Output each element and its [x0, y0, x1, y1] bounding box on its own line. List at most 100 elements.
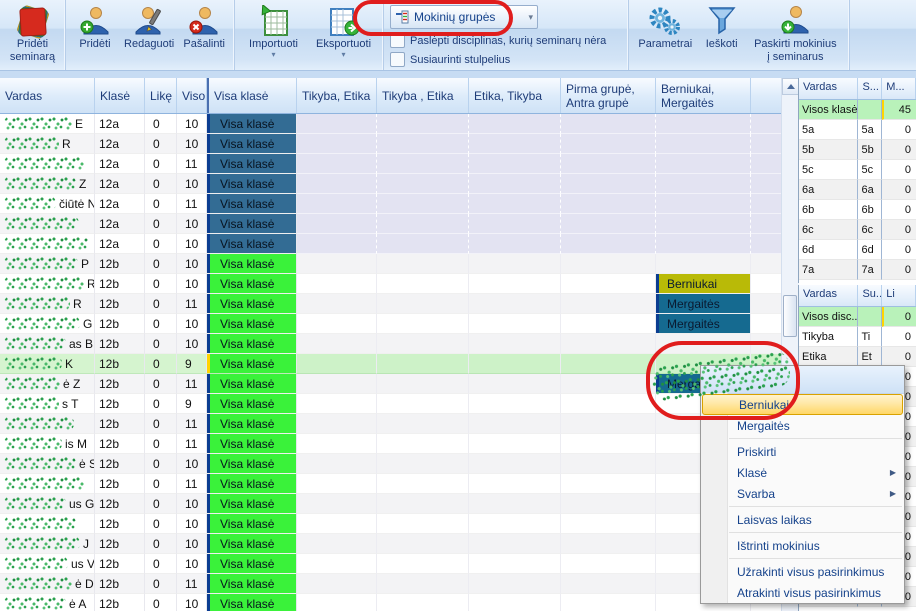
whole-class-badge[interactable]: Visa klasė — [207, 394, 296, 414]
whole-class-cell[interactable]: Visa klasė — [207, 234, 297, 254]
hide-disciplines-checkbox[interactable] — [390, 33, 405, 48]
context-menu-item[interactable] — [729, 532, 902, 533]
scrollbar-thumb[interactable] — [783, 295, 797, 337]
whole-class-cell[interactable]: Visa klasė — [207, 574, 297, 594]
import-button[interactable]: Importuoti ▾ — [239, 2, 308, 61]
discipline-cell-1[interactable] — [297, 194, 377, 214]
group-cell-pirma-antra[interactable] — [561, 234, 656, 254]
context-menu-item[interactable]: Užrakinti visus pasirinkimus — [701, 561, 904, 582]
context-menu-item[interactable]: Atrakinti visus pasirinkimus — [701, 582, 904, 603]
table-row[interactable]: us V 12b 0 10 Visa klasė — [0, 554, 781, 574]
discipline-cell-3[interactable] — [469, 554, 561, 574]
disciplines-col-li[interactable]: Li — [882, 285, 916, 306]
discipline-cell-3[interactable] — [469, 174, 561, 194]
whole-class-cell[interactable]: Visa klasė — [207, 194, 297, 214]
whole-class-cell[interactable]: Visa klasė — [207, 554, 297, 574]
table-row[interactable]: ė S 12b 0 10 Visa klasė — [0, 454, 781, 474]
discipline-cell-3[interactable] — [469, 394, 561, 414]
discipline-cell-2[interactable] — [377, 134, 469, 154]
table-row[interactable]: 12a 0 10 Visa klasė — [0, 234, 781, 254]
group-cell-pirma-antra[interactable] — [561, 334, 656, 354]
discipline-cell-1[interactable] — [297, 254, 377, 274]
whole-class-badge[interactable]: Visa klasė — [207, 314, 296, 334]
whole-class-badge[interactable]: Visa klasė — [207, 234, 296, 254]
discipline-cell-3[interactable] — [469, 114, 561, 134]
context-menu-item[interactable] — [729, 438, 902, 439]
table-row[interactable]: 12a 0 11 Visa klasė — [0, 154, 781, 174]
discipline-cell-3[interactable] — [469, 434, 561, 454]
table-row[interactable]: P 12b 0 10 Visa klasė — [0, 254, 781, 274]
discipline-row[interactable]: Etika Et 0 — [799, 347, 916, 367]
context-menu-item[interactable]: Svarba ▶ — [701, 483, 904, 504]
group-cell-berniukai-mergaites[interactable] — [656, 134, 751, 154]
narrow-columns-checkbox[interactable] — [390, 52, 405, 67]
discipline-cell-1[interactable] — [297, 154, 377, 174]
discipline-cell-3[interactable] — [469, 254, 561, 274]
discipline-cell-1[interactable] — [297, 574, 377, 594]
edit-student-button[interactable]: Redaguoti — [120, 2, 179, 53]
class-row[interactable]: 7a 7a 0 — [799, 260, 916, 280]
gender-group-badge[interactable]: Mergaitės — [656, 314, 750, 334]
parameters-button[interactable]: Parametrai — [633, 2, 698, 53]
whole-class-badge[interactable]: Visa klasė — [207, 494, 296, 514]
group-cell-pirma-antra[interactable] — [561, 274, 656, 294]
group-cell-berniukai-mergaites[interactable] — [656, 174, 751, 194]
discipline-cell-2[interactable] — [377, 294, 469, 314]
discipline-cell-1[interactable] — [297, 334, 377, 354]
discipline-cell-1[interactable] — [297, 134, 377, 154]
column-header-viso[interactable]: Viso — [177, 78, 207, 113]
table-row[interactable]: E 12a 0 10 Visa klasė — [0, 114, 781, 134]
group-cell-pirma-antra[interactable] — [561, 294, 656, 314]
whole-class-badge[interactable]: Visa klasė — [207, 434, 296, 454]
whole-class-badge[interactable]: Visa klasė — [207, 134, 296, 154]
table-row[interactable]: R 12b 0 10 Visa klasė Berniukai — [0, 274, 781, 294]
discipline-cell-1[interactable] — [297, 234, 377, 254]
group-cell-pirma-antra[interactable] — [561, 314, 656, 334]
group-cell-berniukai-mergaites[interactable] — [656, 254, 751, 274]
column-header-pirma-antra-grupe[interactable]: Pirma grupė, Antra grupė — [561, 78, 656, 113]
discipline-cell-3[interactable] — [469, 334, 561, 354]
column-header-visa-klase[interactable]: Visa klasė — [207, 78, 297, 113]
class-row[interactable]: 5c 5c 0 — [799, 160, 916, 180]
table-row[interactable]: 12b 0 11 Visa klasė — [0, 414, 781, 434]
group-cell-pirma-antra[interactable] — [561, 214, 656, 234]
group-cell-berniukai-mergaites[interactable]: Mergaitės — [656, 294, 751, 314]
group-cell-berniukai-mergaites[interactable] — [656, 154, 751, 174]
whole-class-cell[interactable]: Visa klasė — [207, 174, 297, 194]
table-row[interactable]: is M 12b 0 11 Visa klasė — [0, 434, 781, 454]
gender-group-badge[interactable]: Berniukai — [656, 274, 750, 294]
whole-class-cell[interactable]: Visa klasė — [207, 474, 297, 494]
discipline-cell-2[interactable] — [377, 454, 469, 474]
whole-class-cell[interactable]: Visa klasė — [207, 254, 297, 274]
scroll-up-button[interactable] — [782, 78, 799, 95]
context-menu-item[interactable]: Mergaitės — [701, 415, 904, 436]
group-cell-berniukai-mergaites[interactable] — [656, 334, 751, 354]
export-button[interactable]: Eksportuoti ▾ — [308, 2, 379, 61]
whole-class-badge[interactable]: Visa klasė — [207, 154, 296, 174]
column-header-klase[interactable]: Klasė — [95, 78, 145, 113]
whole-class-cell[interactable]: Visa klasė — [207, 154, 297, 174]
table-row[interactable]: us G 12b 0 10 Visa klasė — [0, 494, 781, 514]
table-row[interactable]: čiūtė N 12a 0 11 Visa klasė — [0, 194, 781, 214]
group-cell-pirma-antra[interactable] — [561, 494, 656, 514]
whole-class-badge[interactable]: Visa klasė — [207, 174, 296, 194]
context-menu-item[interactable]: Berniukai — [702, 394, 903, 415]
group-cell-pirma-antra[interactable] — [561, 554, 656, 574]
whole-class-cell[interactable]: Visa klasė — [207, 114, 297, 134]
discipline-row[interactable]: Visos disc... 0 — [799, 307, 916, 327]
group-cell-berniukai-mergaites[interactable] — [656, 114, 751, 134]
table-row[interactable]: ė D 12b 0 11 Visa klasė — [0, 574, 781, 594]
group-cell-pirma-antra[interactable] — [561, 534, 656, 554]
disciplines-col-vardas[interactable]: Vardas — [799, 285, 858, 306]
discipline-cell-1[interactable] — [297, 514, 377, 534]
whole-class-cell[interactable]: Visa klasė — [207, 374, 297, 394]
discipline-cell-2[interactable] — [377, 334, 469, 354]
search-button[interactable]: Ieškoti — [698, 2, 746, 53]
discipline-cell-1[interactable] — [297, 274, 377, 294]
whole-class-badge[interactable]: Visa klasė — [207, 374, 296, 394]
discipline-cell-2[interactable] — [377, 254, 469, 274]
discipline-cell-2[interactable] — [377, 374, 469, 394]
whole-class-badge[interactable]: Visa klasė — [207, 514, 296, 534]
add-seminar-button[interactable]: Pridėti seminarą — [4, 2, 61, 66]
class-row[interactable]: Visos klasės 45 — [799, 100, 916, 120]
